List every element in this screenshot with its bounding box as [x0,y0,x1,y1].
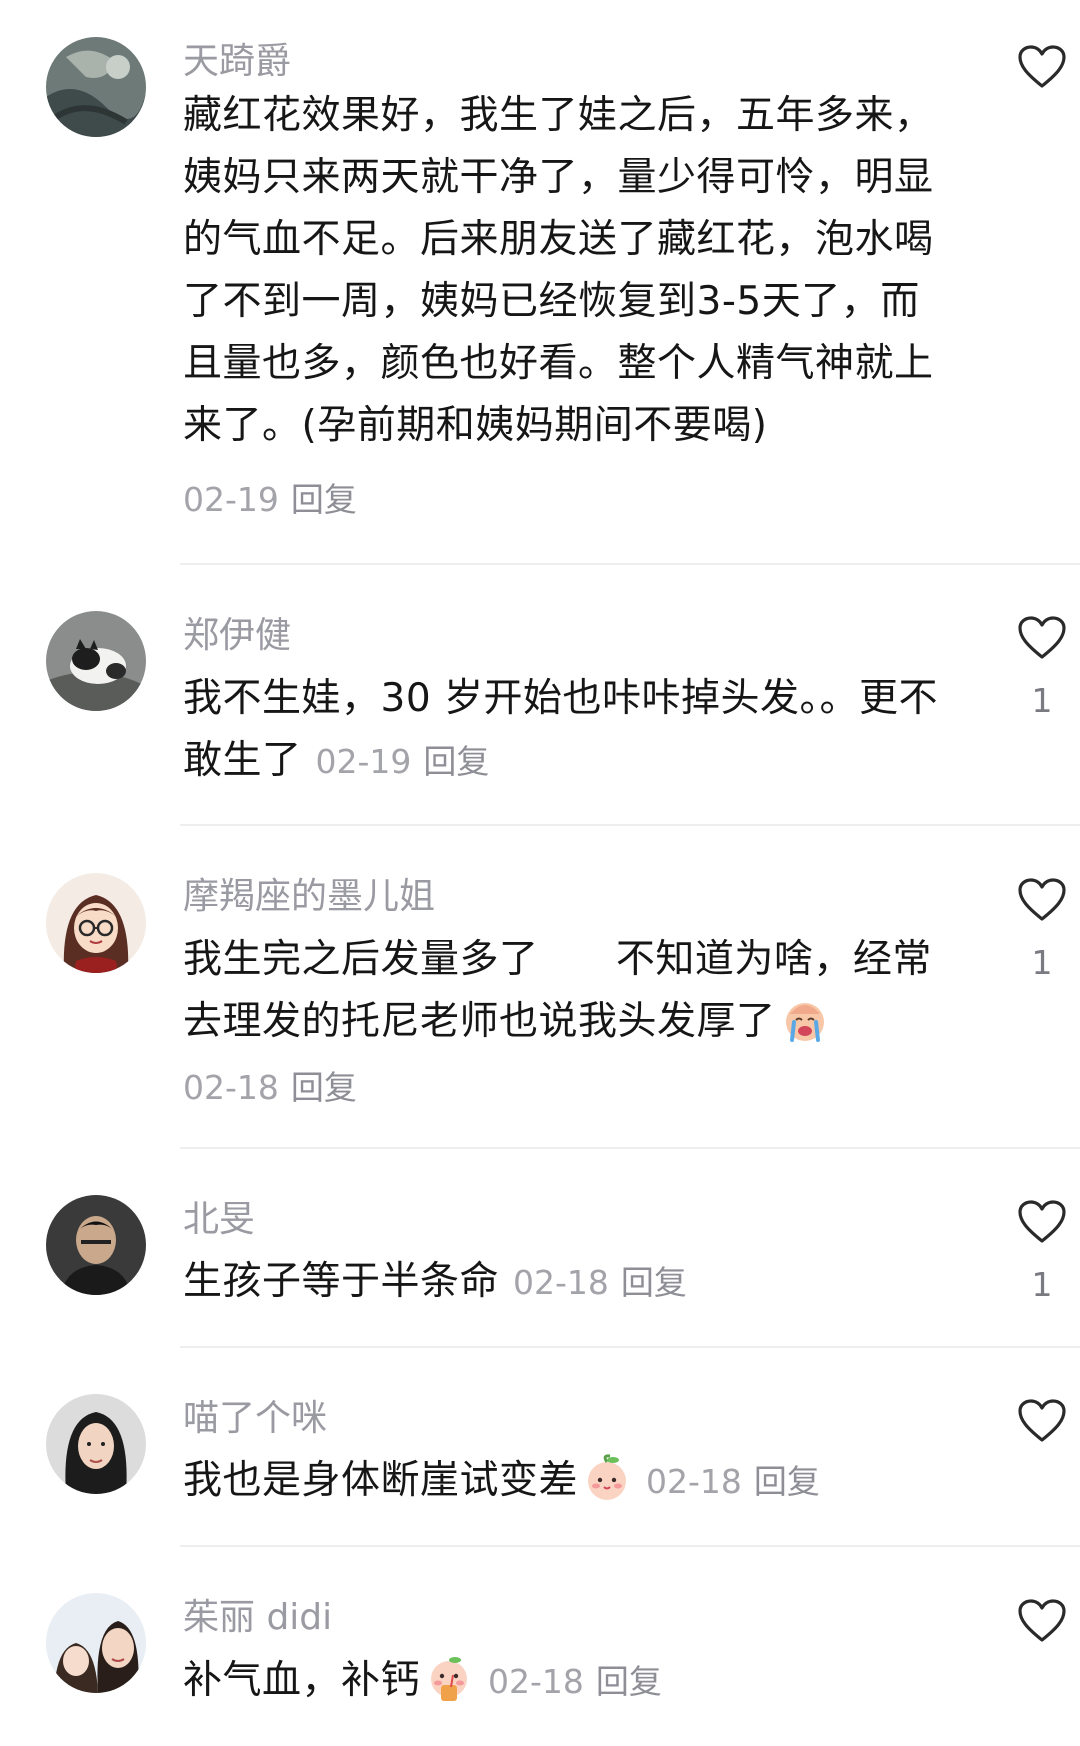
comment-text: 我不生娃，30 岁开始也咔咔掉头发。。更不 敢生了 02-19 回复 [183,668,963,793]
comment-text: 我生完之后发量多了 不知道为啥，经常 去理发的托尼老师也说我头发厚了 [183,929,963,1053]
comment-text-tail: 我也是身体断崖试变差 [183,1458,579,1503]
comment-username[interactable]: 茱丽 didi [183,1594,332,1642]
comment-date: 02-18 [488,1662,584,1701]
heart-icon [1018,1399,1066,1442]
comment-text-tail: 补气血，补钙 [183,1658,421,1703]
avatar-cat-icon [46,611,146,711]
comment-date: 02-19 [315,742,412,781]
comment-text: 生孩子等于半条命 02-18 回复 [183,1251,963,1314]
comment-text-line: 生孩子等于半条命 02-18 回复 [183,1251,963,1314]
divider [180,1346,1080,1348]
heart-icon [1018,45,1066,88]
comment-username[interactable]: 摩羯座的墨儿姐 [183,873,435,921]
reply-button[interactable]: 回复 [291,1068,357,1107]
comment-meta: 02-18 回复 [513,1263,687,1302]
reply-button[interactable]: 回复 [621,1263,687,1302]
comment-text-tail: 去理发的托尼老师也说我头发厚了 [183,999,776,1044]
user-avatar[interactable] [46,1593,146,1693]
comment-text-line: 敢生了 02-19 回复 [183,730,963,793]
comment-text-line: 我不生娃，30 岁开始也咔咔掉头发。。更不 [183,676,939,721]
comment-date: 02-18 [183,1068,279,1107]
comment-text-line: 姨妈只来两天就干净了，量少得可怜，明显 [183,155,934,200]
reply-button[interactable]: 回复 [423,742,489,781]
crying-emoji-icon [780,994,830,1044]
comment-text: 补气血，补钙 02-18 回复 [183,1650,963,1713]
reply-button[interactable]: 回复 [291,480,357,519]
heart-icon [1018,878,1066,921]
heart-icon [1018,1200,1066,1243]
avatar-woman-child-icon [46,1593,146,1693]
comment-meta: 02-19 回复 [183,476,357,524]
divider [180,1147,1080,1149]
comment-text-line: 的气血不足。后来朋友送了藏红花，泡水喝 [183,217,934,262]
comment-username[interactable]: 北旻 [183,1196,255,1244]
user-avatar[interactable] [46,37,146,137]
comment-date: 02-19 [183,480,279,519]
comment-username[interactable]: 天踦爵 [183,38,291,86]
comment-text: 我也是身体断崖试变差 02-18 回复 [183,1450,963,1513]
like-count: 1 [1031,681,1053,720]
divider [180,824,1080,826]
avatar-cartoon-girl-glasses-icon [46,873,146,973]
comment-text-line: 且量也多，颜色也好看。整个人精气神就上 [183,341,934,386]
like-count: 1 [1031,943,1053,982]
peach-emoji-icon [582,1453,632,1503]
comment-text-line: 藏红花效果好，我生了娃之后，五年多来， [183,93,934,138]
comment-meta: 02-18 回复 [646,1462,820,1501]
user-avatar[interactable] [46,611,146,711]
comment-text-tail: 生孩子等于半条命 [183,1259,500,1304]
comment-text-line: 来了。(孕前期和姨妈期间不要喝) [183,403,768,448]
peach-drink-emoji-icon [424,1653,474,1703]
comment-text-line: 补气血，补钙 02-18 回复 [183,1650,963,1713]
like-button[interactable] [1015,1398,1069,1444]
reply-button[interactable]: 回复 [754,1462,820,1501]
avatar-dark-painting-icon [46,37,146,137]
divider [180,1545,1080,1547]
user-avatar[interactable] [46,873,146,973]
comment-username[interactable]: 郑伊健 [183,612,291,660]
comment-text-line: 我生完之后发量多了 不知道为啥，经常 [183,937,932,982]
reply-button[interactable]: 回复 [596,1662,662,1701]
comment-date: 02-18 [513,1263,609,1302]
comment-text-tail: 敢生了 [183,738,302,783]
like-count: 1 [1031,1265,1053,1304]
comment-date: 02-18 [646,1462,742,1501]
like-button[interactable] [1015,44,1069,90]
like-button[interactable] [1015,1598,1069,1644]
user-avatar[interactable] [46,1195,146,1295]
comment-text-line: 了不到一周，姨妈已经恢复到3-5天了，而 [183,279,920,324]
comment-meta: 02-19 回复 [316,742,490,781]
like-button[interactable]: 1 [1015,877,1069,983]
avatar-woman-icon [46,1394,146,1494]
divider [180,563,1080,565]
comment-meta: 02-18 回复 [488,1662,662,1701]
comment-username[interactable]: 喵了个咪 [183,1395,327,1443]
heart-icon [1018,1599,1066,1642]
comment-meta: 02-18 回复 [183,1064,357,1112]
like-button[interactable]: 1 [1015,1199,1069,1305]
comment-text-line: 我也是身体断崖试变差 02-18 回复 [183,1450,963,1513]
avatar-man-dark-icon [46,1195,146,1295]
like-button[interactable]: 1 [1015,615,1069,721]
user-avatar[interactable] [46,1394,146,1494]
heart-icon [1018,616,1066,659]
comment-text-line: 去理发的托尼老师也说我头发厚了 [183,991,963,1053]
comment-text: 藏红花效果好，我生了娃之后，五年多来， 姨妈只来两天就干净了，量少得可怜，明显 … [183,85,963,457]
